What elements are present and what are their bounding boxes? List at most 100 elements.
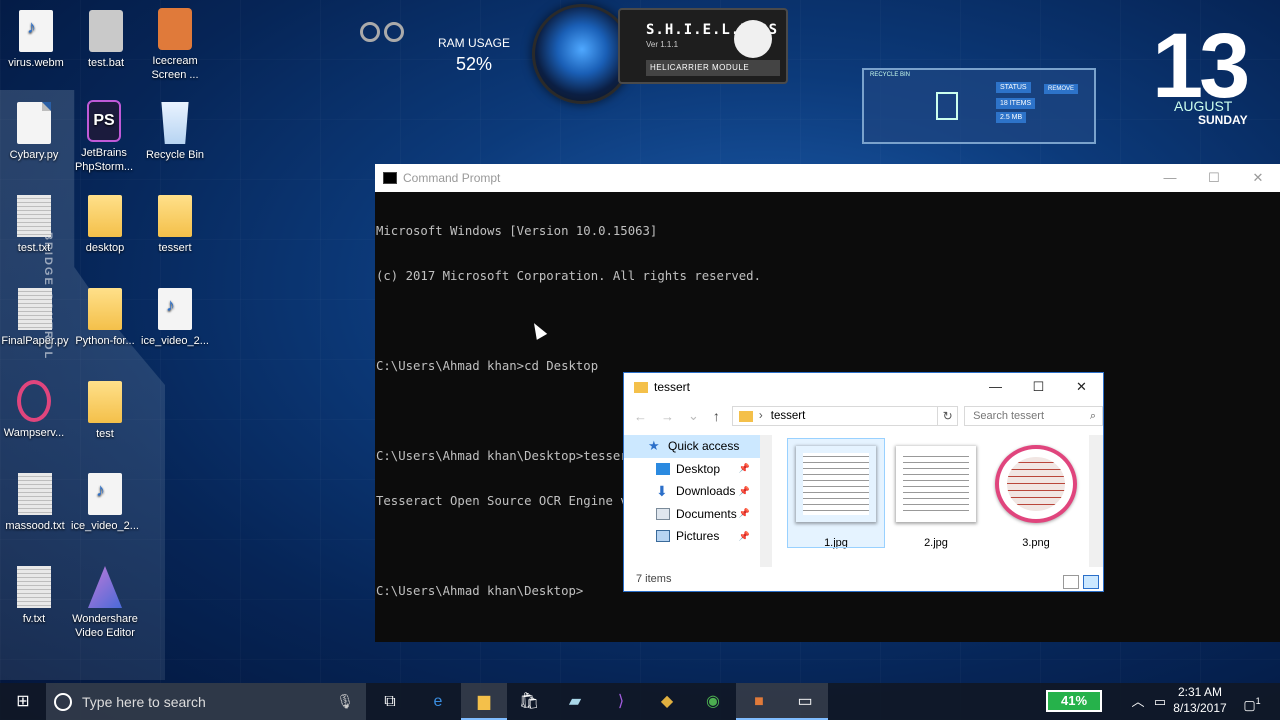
battery-indicator[interactable]: 41% bbox=[1046, 690, 1102, 712]
refresh-icon[interactable]: ↻ bbox=[938, 406, 959, 426]
search-placeholder: Search tessert bbox=[973, 410, 1044, 422]
file-name: 2.jpg bbox=[924, 537, 948, 549]
back-arrow-icon[interactable]: ← bbox=[634, 409, 647, 424]
details-view-icon[interactable] bbox=[1063, 575, 1079, 589]
desktop-icon-wampserver[interactable]: Wampserv... bbox=[0, 380, 70, 440]
file-thumbnail[interactable]: 2.jpg bbox=[888, 439, 984, 549]
taskbar-search-placeholder: Type here to search bbox=[82, 693, 206, 710]
desktop-icon-label: JetBrains PhpStorm... bbox=[74, 147, 134, 173]
file-explorer-window[interactable]: tessert — ☐ ✕ ← → ⌄ ↑ › tessert ↻ Search… bbox=[623, 372, 1104, 592]
folder-icon bbox=[88, 288, 122, 330]
file-explorer-taskbar-icon[interactable]: ▆ bbox=[461, 683, 507, 720]
up-arrow-icon[interactable]: ↑ bbox=[713, 408, 720, 424]
desktop-icon-label: ice_video_2... bbox=[141, 335, 209, 347]
shield-module-label: HELICARRIER MODULE bbox=[646, 60, 780, 76]
large-icons-view-icon[interactable] bbox=[1083, 575, 1099, 589]
image-thumbnail bbox=[795, 445, 877, 523]
nav-item-documents[interactable]: Documents 📌 bbox=[624, 503, 772, 526]
search-icon: ⌕ bbox=[1089, 410, 1096, 422]
desktop-icon-cybary-py[interactable]: Cybary.py bbox=[0, 102, 70, 162]
clock-widget-month: AUGUST bbox=[1174, 98, 1233, 114]
shield-os-widget: S.H.I.E.L.D OS Ver 1.1.1 HELICARRIER MOD… bbox=[618, 8, 788, 84]
action-center-icon[interactable]: ▢1 bbox=[1240, 683, 1264, 720]
recycle-remove-button[interactable]: REMOVE bbox=[1044, 84, 1079, 94]
nav-item-label: Pictures bbox=[676, 529, 720, 544]
maximize-button[interactable]: ☐ bbox=[1192, 164, 1236, 192]
desktop-icon-label: Python-for... bbox=[75, 335, 135, 347]
desktop-icon-finalpaper[interactable]: FinalPaper.py bbox=[0, 288, 71, 348]
desktop-icon-test-txt[interactable]: test.txt bbox=[0, 195, 70, 255]
close-button[interactable]: ✕ bbox=[1236, 164, 1280, 192]
desktop-icon-label: Icecream Screen ... bbox=[151, 55, 199, 81]
desktop-icon-tessert-folder[interactable]: tessert bbox=[139, 195, 211, 255]
desktop-icon-phpstorm[interactable]: PS JetBrains PhpStorm... bbox=[68, 100, 140, 174]
recycle-bin-widget[interactable]: RECYCLE BIN STATUS 18 ITEMS 2.5 MB REMOV… bbox=[862, 68, 1096, 144]
desktop-icon-ice-video[interactable]: ice_video_2... bbox=[139, 288, 211, 348]
desktop-icon-icecream[interactable]: Icecream Screen ... bbox=[139, 8, 211, 82]
view-toggles bbox=[1063, 575, 1099, 589]
file-thumbnail[interactable]: 3.png bbox=[988, 439, 1084, 549]
shield-orb-icon bbox=[532, 4, 632, 104]
desktop-icon-desktop-folder[interactable]: desktop bbox=[69, 195, 141, 255]
desktop-icon-test-bat[interactable]: test.bat bbox=[70, 10, 142, 70]
desktop-icon bbox=[656, 462, 670, 475]
folder-icon bbox=[738, 410, 753, 422]
microphone-icon[interactable]: 🎙 bbox=[336, 693, 354, 710]
recycle-can-icon bbox=[936, 92, 958, 120]
taskbar-search-box[interactable]: Type here to search 🎙 bbox=[46, 683, 366, 720]
store-icon[interactable]: 🛍 bbox=[506, 683, 552, 720]
notification-count: 1 bbox=[1255, 696, 1261, 706]
desktop-icon-test-folder[interactable]: test bbox=[69, 381, 141, 441]
document-icon bbox=[17, 102, 51, 144]
tray-chevron-icon[interactable]: ︿ bbox=[1128, 683, 1148, 720]
file-thumbnail[interactable]: 1.jpg bbox=[787, 438, 885, 549]
settings-circle-icon[interactable] bbox=[384, 22, 404, 42]
nav-item-label: Desktop bbox=[676, 461, 721, 476]
desktop-icon-massood-txt[interactable]: massood.txt bbox=[0, 473, 71, 533]
file-view: 1.jpg 2.jpg 3.png bbox=[784, 438, 1092, 567]
explorer-search-input[interactable]: Search tessert ⌕ bbox=[964, 406, 1103, 426]
file-view-scrollbar[interactable] bbox=[1089, 435, 1103, 567]
notepad-icon[interactable]: ▰ bbox=[552, 683, 598, 720]
nav-item-downloads[interactable]: ⬇ Downloads 📌 bbox=[624, 480, 772, 503]
widget-controls[interactable] bbox=[360, 22, 408, 47]
minimize-button[interactable]: — bbox=[974, 373, 1017, 401]
file-name: 3.png bbox=[1022, 537, 1050, 549]
nav-scrollbar[interactable] bbox=[760, 435, 772, 567]
desktop-icon-virus-webm[interactable]: virus.webm bbox=[0, 10, 72, 70]
desktop-icon-wondershare[interactable]: Wondershare Video Editor bbox=[69, 566, 141, 640]
desktop-icon-python-for[interactable]: Python-for... bbox=[69, 288, 141, 348]
nav-item-pictures[interactable]: Pictures 📌 bbox=[624, 525, 772, 548]
desktop-icon-label: desktop bbox=[85, 242, 125, 254]
network-icon[interactable]: ▭ bbox=[1150, 683, 1170, 720]
chrome-icon[interactable]: ◉ bbox=[690, 683, 736, 720]
explorer-titlebar[interactable]: tessert — ☐ ✕ bbox=[624, 373, 1103, 401]
desktop-icon-label: FinalPaper.py bbox=[1, 335, 69, 347]
minimize-button[interactable]: — bbox=[1148, 164, 1192, 192]
windows-start-icon[interactable]: ⊞ bbox=[0, 683, 46, 720]
nav-item-quick-access[interactable]: ★ Quick access bbox=[624, 435, 772, 458]
console-line: (c) 2017 Microsoft Corporation. All righ… bbox=[376, 269, 761, 283]
circle-button-icon[interactable] bbox=[360, 22, 380, 42]
recent-chevron-icon[interactable]: ⌄ bbox=[688, 408, 699, 424]
close-button[interactable]: ✕ bbox=[1060, 373, 1103, 401]
gear-icon bbox=[89, 10, 123, 52]
maximize-button[interactable]: ☐ bbox=[1017, 373, 1060, 401]
phpstorm-icon: PS bbox=[87, 100, 121, 142]
media-file-icon bbox=[158, 288, 192, 330]
desktop-icon-fv-txt[interactable]: fv.txt bbox=[0, 566, 70, 626]
taskbar-clock[interactable]: 2:31 AM 8/13/2017 bbox=[1170, 684, 1230, 716]
desktop-icon-ice-video-2[interactable]: ice_video_2... bbox=[69, 473, 141, 533]
visual-studio-icon[interactable]: ⟩ bbox=[598, 683, 644, 720]
icecream-taskbar-icon[interactable]: ■ bbox=[736, 683, 782, 720]
edge-browser-icon[interactable]: e bbox=[415, 683, 461, 720]
nav-item-desktop[interactable]: Desktop 📌 bbox=[624, 458, 772, 481]
command-prompt-titlebar[interactable]: Command Prompt — ☐ ✕ bbox=[375, 164, 1280, 192]
pictures-icon bbox=[656, 530, 670, 543]
forward-arrow-icon[interactable]: → bbox=[661, 409, 674, 424]
app-diamond-icon[interactable]: ◆ bbox=[644, 683, 690, 720]
desktop-icon-recycle-bin[interactable]: Recycle Bin bbox=[139, 102, 211, 162]
task-view-icon[interactable]: ⧉ bbox=[367, 683, 413, 720]
address-path[interactable]: › tessert bbox=[731, 406, 939, 426]
command-prompt-taskbar-icon[interactable]: ▭ bbox=[782, 683, 828, 720]
